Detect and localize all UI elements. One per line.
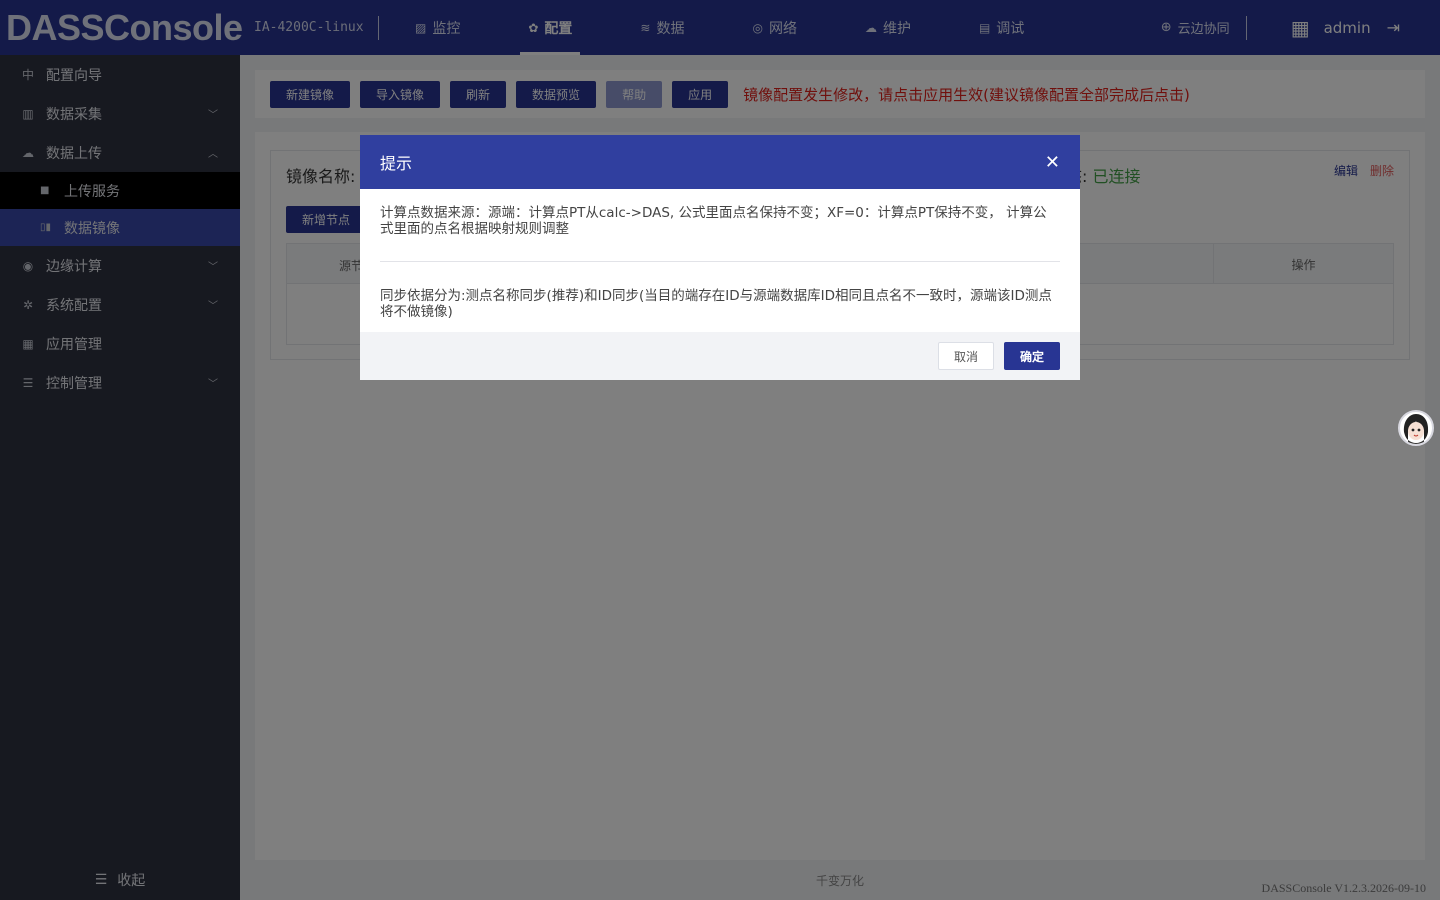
tip-dialog: 提示 ✕ 计算点数据来源：源端：计算点PT从calc->DAS, 公式里面点名保… [360, 135, 1080, 380]
close-icon[interactable]: ✕ [1045, 152, 1060, 173]
dialog-footer: 取消 确定 [360, 332, 1080, 380]
cancel-button[interactable]: 取消 [937, 342, 994, 370]
assistant-avatar[interactable] [1398, 410, 1434, 446]
dialog-body: 计算点数据来源：源端：计算点PT从calc->DAS, 公式里面点名保持不变；X… [360, 189, 1080, 332]
divider [380, 261, 1060, 262]
dialog-paragraph: 计算点数据来源：源端：计算点PT从calc->DAS, 公式里面点名保持不变；X… [380, 205, 1047, 237]
confirm-button[interactable]: 确定 [1003, 342, 1060, 370]
dialog-header: 提示 ✕ [360, 135, 1080, 189]
assistant-face-icon [1403, 414, 1429, 444]
dialog-paragraph: 同步依据分为:测点名称同步(推荐)和ID同步(当目的端存在ID与源端数据库ID相… [380, 288, 1052, 320]
dialog-title: 提示 [380, 154, 413, 173]
